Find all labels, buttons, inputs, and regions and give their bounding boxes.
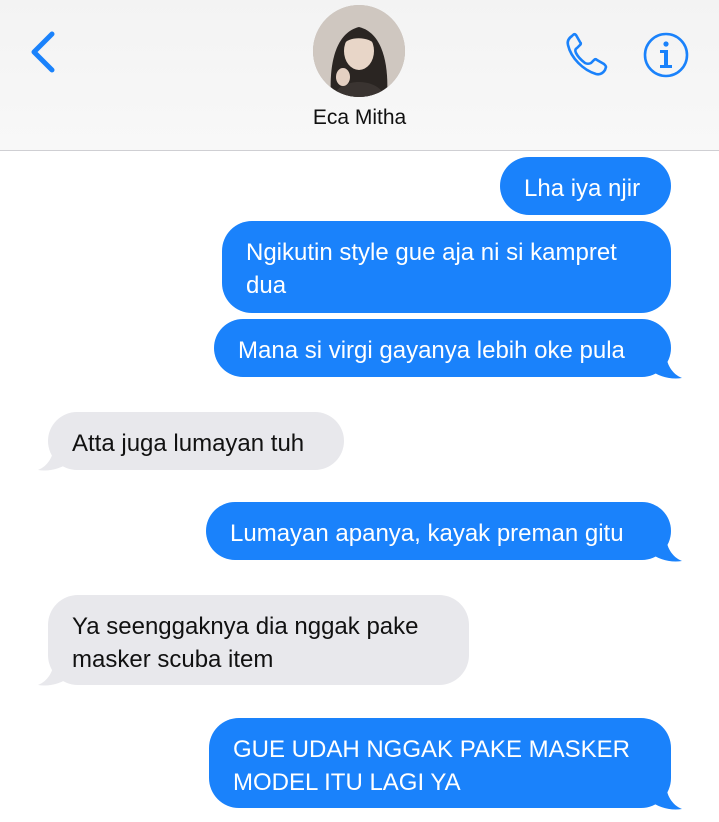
info-icon [643, 32, 689, 78]
message-text: Atta juga lumayan tuh [72, 430, 305, 457]
call-button[interactable] [562, 30, 612, 80]
message-bubble-outgoing[interactable]: GUE UDAH NGGAK PAKE MASKER MODEL ITU LAG… [209, 718, 671, 808]
bubble-tail [650, 535, 682, 562]
message-text: Lumayan apanya, kayak preman gitu [230, 520, 624, 547]
chevron-left-icon [31, 31, 55, 73]
message-bubble-incoming[interactable]: Ya seenggaknya dia nggak pake masker scu… [48, 595, 469, 685]
message-text: Ya seenggaknya dia nggak pake masker scu… [72, 613, 419, 673]
back-button[interactable] [22, 28, 62, 76]
avatar-photo [313, 5, 405, 97]
message-bubble-outgoing[interactable]: Ngikutin style gue aja ni si kampret dua [222, 221, 671, 313]
bubble-tail [650, 783, 682, 810]
bubble-tail [38, 659, 70, 686]
contact-name[interactable]: Eca Mitha [0, 106, 719, 130]
bubble-tail [650, 352, 682, 379]
bubble-tail [38, 444, 70, 471]
message-bubble-outgoing[interactable]: Lha iya njir [500, 157, 671, 215]
message-bubble-incoming[interactable]: Atta juga lumayan tuh [48, 412, 344, 470]
message-text: Mana si virgi gayanya lebih oke pula [238, 337, 625, 364]
message-text: Lha iya njir [524, 175, 641, 202]
message-bubble-outgoing[interactable]: Lumayan apanya, kayak preman gitu [206, 502, 671, 560]
contact-avatar[interactable] [313, 5, 405, 97]
message-text: Ngikutin style gue aja ni si kampret dua [246, 239, 617, 299]
message-text: GUE UDAH NGGAK PAKE MASKER MODEL ITU LAG… [233, 736, 630, 796]
message-bubble-outgoing[interactable]: Mana si virgi gayanya lebih oke pula [214, 319, 671, 377]
phone-icon [566, 32, 608, 76]
conversation-header: Eca Mitha [0, 0, 719, 151]
info-button[interactable] [642, 31, 690, 79]
